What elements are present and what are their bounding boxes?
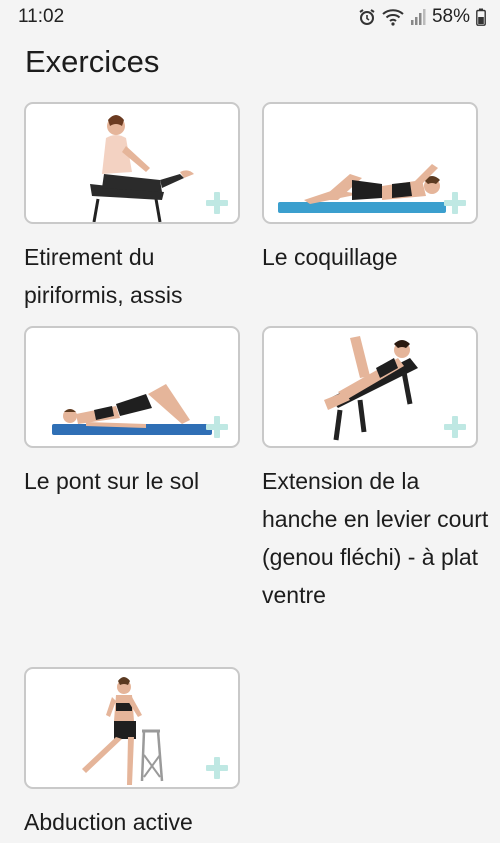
add-icon[interactable] [444,192,466,214]
alarm-icon [359,9,375,25]
page-title: Exercices [25,44,160,79]
status-time: 11:02 [18,6,65,27]
battery-percent: 58% [431,6,470,27]
exercise-card[interactable]: Le pont sur le sol [24,326,264,500]
signal-icon [410,9,426,25]
wifi-icon [382,9,404,26]
exercise-thumbnail[interactable] [24,326,240,448]
exercise-card[interactable]: Le coquillage [262,102,500,276]
battery-icon [476,8,486,26]
add-icon[interactable] [206,757,228,779]
exercise-card[interactable]: Etirement du piriformis, assis [24,102,264,314]
exercise-label: Le coquillage [262,244,398,270]
add-icon[interactable] [444,416,466,438]
exercise-card[interactable]: Extension de la hanche en levier court (… [262,326,500,614]
exercise-card[interactable]: Abduction active [24,667,264,841]
exercise-thumbnail[interactable] [24,102,240,224]
exercise-thumbnail[interactable] [262,326,478,448]
exercise-label: Extension de la hanche en levier court (… [262,468,489,608]
exercise-thumbnail[interactable] [24,667,240,789]
exercise-label: Abduction active [24,809,193,835]
exercise-label: Etirement du piriformis, assis [24,244,183,308]
exercise-thumbnail[interactable] [262,102,478,224]
add-icon[interactable] [206,192,228,214]
exercise-label: Le pont sur le sol [24,468,200,494]
add-icon[interactable] [206,416,228,438]
status-icons: 58% [358,6,486,28]
status-bar: 11:02 58% [0,0,500,34]
